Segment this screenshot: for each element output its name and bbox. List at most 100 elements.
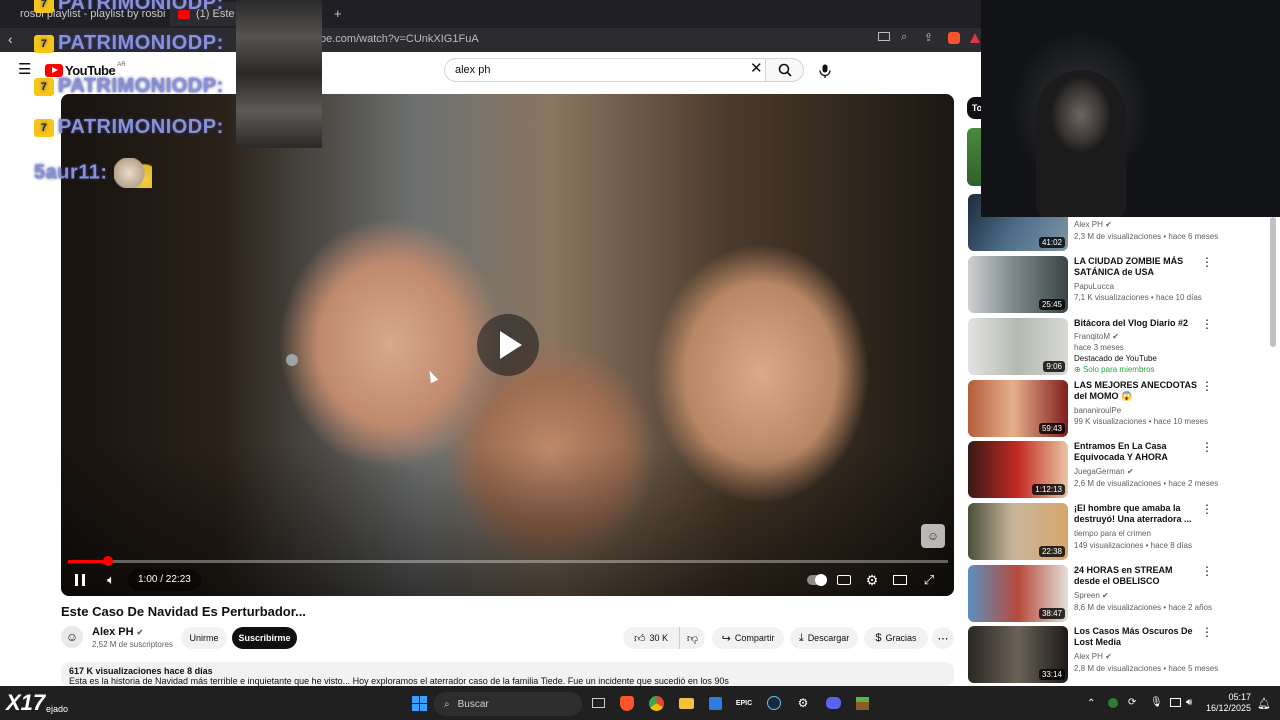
url-field[interactable]: be.com/watch?v=CUnkXIG1FuA [320, 33, 479, 45]
miniplayer-button[interactable] [892, 570, 908, 590]
brave-shield-icon[interactable] [948, 32, 960, 44]
rec-meta: 149 visualizaciones • hace 8 días [1074, 541, 1192, 550]
task-view-icon[interactable] [588, 693, 608, 713]
zoom-icon[interactable]: ⌕ [901, 31, 907, 44]
channel-name[interactable]: Alex PH ✔ [92, 626, 143, 638]
store-icon[interactable] [705, 693, 725, 713]
settings-icon[interactable]: ⚙ [863, 570, 881, 590]
recommendation-item[interactable]: 22:38 ¡El hombre que amaba la destruyó! … [967, 503, 1267, 561]
clock-time: 05:17 [1228, 692, 1252, 702]
minecraft-icon[interactable] [852, 693, 872, 713]
description-box[interactable]: 617 K visualizaciones hace 8 días Esta e… [61, 662, 954, 686]
volume-icon[interactable]: 🔈︎ [100, 570, 122, 590]
taskbar-search[interactable]: ⌕ Buscar [434, 692, 582, 716]
more-vertical-icon[interactable]: ⋮ [1201, 256, 1213, 270]
share-button[interactable]: ↪ Compartir [712, 627, 784, 649]
recommendation-item[interactable]: 59:43 LAS MEJORES ANECDOTAS del MOMO 😱 b… [967, 380, 1267, 438]
menu-icon[interactable]: ☰ [18, 62, 31, 77]
more-actions-button[interactable]: ⋯ [932, 627, 954, 649]
speaker-icon[interactable]: 🔊︎ [1186, 697, 1192, 708]
search-input[interactable]: alex ph [444, 58, 766, 82]
rec-channel: Alex PH ✔ [1074, 652, 1112, 661]
system-clock[interactable]: 05:17 16/12/2025 [1206, 692, 1251, 714]
rec-title: Los Casos Más Oscuros De Lost Media [1074, 626, 1193, 647]
subscribe-button[interactable]: Suscribirme [232, 627, 297, 649]
recommendation-item[interactable]: 38:47 24 HORAS en STREAM desde el OBELIS… [967, 565, 1267, 623]
dislike-button[interactable]: 👎︎ [679, 627, 705, 649]
fullscreen-icon[interactable]: ⤢ [921, 570, 937, 590]
partial-thumbnail[interactable] [967, 128, 981, 186]
weather-widget[interactable]: ejado [46, 704, 68, 714]
cat-emote-icon [113, 158, 152, 188]
epic-games-icon[interactable]: EPIC [734, 693, 754, 713]
microphone-tray-icon[interactable]: 🎙︎ [1150, 697, 1163, 708]
play-overlay-button[interactable] [477, 314, 539, 376]
windows-start-icon[interactable] [409, 693, 429, 713]
network-icon[interactable] [1170, 698, 1181, 707]
join-button[interactable]: Unirme [181, 627, 227, 649]
channel-watermark-icon[interactable]: ☺ [921, 524, 945, 548]
chat-badge-icon: 7 [34, 77, 54, 96]
file-explorer-icon[interactable] [676, 693, 696, 713]
brave-rewards-icon[interactable] [970, 33, 980, 43]
thumbnail: 22:38 [968, 503, 1068, 560]
voice-search-button[interactable] [812, 58, 838, 84]
progress-scrubber[interactable] [102, 556, 113, 566]
subtitles-button[interactable] [836, 570, 852, 590]
chrome-icon[interactable] [646, 693, 666, 713]
rec-meta: 2,6 M de visualizaciones • hace 2 meses [1074, 479, 1219, 488]
verified-icon: ✔ [1126, 467, 1134, 476]
chat-badge-icon: 7 [34, 118, 54, 137]
chat-emote-images [236, 0, 322, 148]
autoplay-toggle[interactable] [806, 570, 828, 590]
progress-track[interactable] [68, 560, 948, 563]
download-button[interactable]: ⤓ Descargar [790, 627, 858, 649]
play-icon [500, 331, 522, 359]
recommendation-item[interactable]: 33:14 Los Casos Más Oscuros De Lost Medi… [967, 626, 1267, 684]
microphone-icon [819, 64, 831, 78]
recommendation-item[interactable]: 9:06 Bitácora del Vlog Diario #2 Franqit… [967, 318, 1267, 376]
thanks-icon: $ [875, 632, 882, 644]
channel-avatar[interactable]: ☺ [61, 626, 83, 648]
settings-app-icon[interactable]: ⚙ [793, 693, 813, 713]
rec-title: 24 HORAS en STREAM desde el OBELISCO [1074, 565, 1173, 586]
like-button[interactable]: 👍︎ 30 K [623, 627, 679, 649]
recommendation-item[interactable]: 25:45 LA CIUDAD ZOMBIE MÁS SATÁNICA de U… [967, 256, 1267, 314]
search-icon [778, 63, 792, 77]
verified-icon: ✔ [1105, 220, 1112, 229]
verified-icon: ✔ [1112, 332, 1119, 341]
tray-app-icon[interactable] [1108, 698, 1118, 708]
rec-title: Entramos En La Casa Equivocada Y AHORA E… [1074, 441, 1168, 462]
cast-icon[interactable] [878, 32, 890, 41]
sync-icon[interactable]: ⟳ [1128, 697, 1136, 708]
more-vertical-icon[interactable]: ⋮ [1201, 503, 1213, 517]
more-vertical-icon[interactable]: ⋮ [1201, 626, 1213, 640]
steam-icon[interactable] [764, 693, 784, 713]
more-vertical-icon[interactable]: ⋮ [1201, 565, 1213, 579]
more-vertical-icon[interactable]: ⋮ [1201, 380, 1213, 394]
subscriber-count: 2,52 M de suscriptores [92, 640, 173, 649]
rec-title: Bitácora del Vlog Diario #2 [1074, 318, 1189, 328]
description-text: Esta es la historia de Navidad más terri… [69, 676, 729, 686]
thanks-label: Gracias [885, 633, 917, 643]
thanks-button[interactable]: $ Gracias [864, 627, 928, 649]
discord-icon[interactable] [823, 693, 843, 713]
time-display: 1:00 / 22:23 [128, 569, 201, 591]
new-tab-button[interactable]: + [334, 6, 342, 21]
tray-overflow-icon[interactable]: ⌃ [1087, 698, 1095, 709]
recommendation-item[interactable]: 1:12:13 Entramos En La Casa Equivocada Y… [967, 441, 1267, 499]
duration-badge: 59:43 [1038, 423, 1065, 434]
duration-badge: 9:06 [1043, 361, 1065, 372]
notification-icon[interactable]: 🔔︎ [1257, 697, 1271, 710]
more-vertical-icon[interactable]: ⋮ [1201, 441, 1213, 455]
back-arrow-icon[interactable]: ‹ [8, 31, 13, 47]
more-vertical-icon[interactable]: ⋮ [1201, 318, 1213, 332]
page-scrollbar[interactable] [1270, 217, 1276, 347]
clear-search-icon[interactable]: ✕ [750, 61, 763, 77]
share-page-icon[interactable]: ⇪ [924, 31, 933, 44]
chat-badge-icon: 7 [34, 0, 54, 13]
search-button[interactable] [766, 58, 804, 82]
rec-channel: Alex PH ✔ [1074, 220, 1112, 229]
pause-button[interactable] [68, 570, 92, 590]
brave-browser-icon[interactable] [617, 693, 637, 713]
